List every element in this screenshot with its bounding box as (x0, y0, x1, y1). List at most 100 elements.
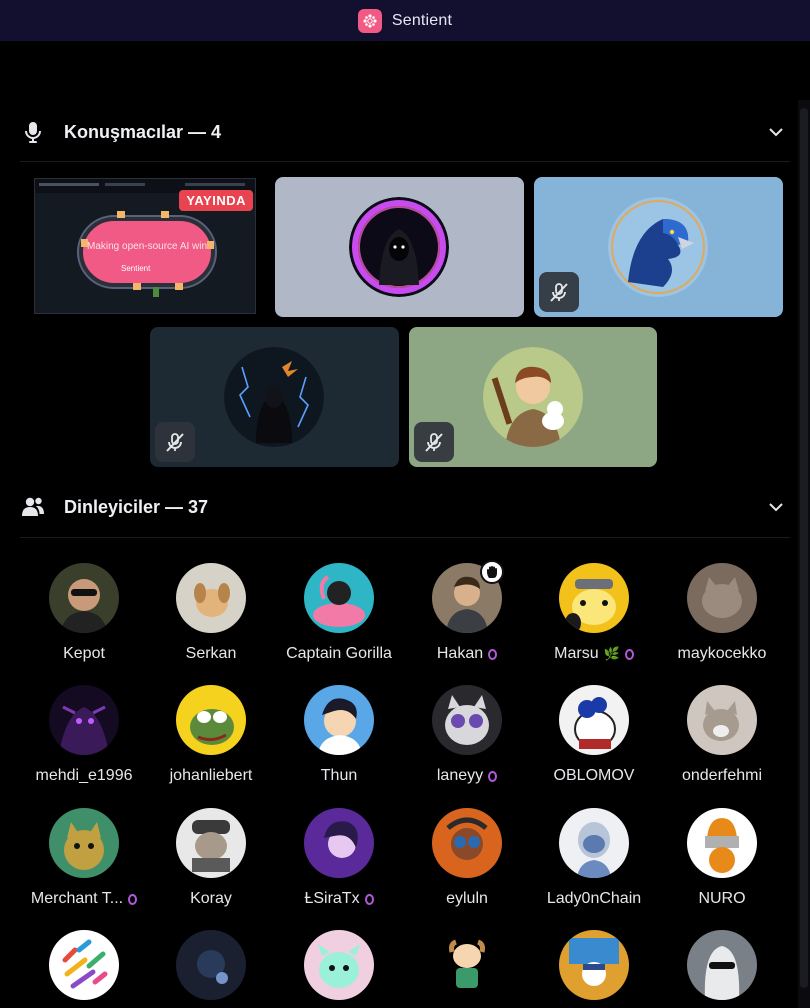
speakers-title: Konuşmacılar — 4 (64, 121, 222, 142)
listener-name: maykocekko (677, 645, 767, 662)
listener-item[interactable]: Koray (147, 808, 275, 918)
listener-name: Hakan (436, 645, 484, 662)
title-bar: Sentient (0, 0, 810, 41)
listener-item[interactable]: laneyy (403, 685, 531, 795)
listener-name: mehdi_e1996 (35, 767, 133, 784)
listener-name: Serkan (185, 645, 237, 662)
listener-name: Marsu (554, 645, 599, 662)
avatar (432, 930, 502, 1000)
speaker-avatar (608, 197, 708, 297)
scrollbar-thumb[interactable] (800, 108, 808, 988)
avatar (49, 930, 119, 1000)
avatar (304, 563, 374, 633)
listener-item[interactable]: NURO (658, 808, 786, 918)
listener-name: ȽSiraTx (304, 890, 360, 907)
avatar (304, 685, 374, 755)
avatar (432, 685, 502, 755)
gem-badge-icon (624, 648, 634, 660)
users-icon (20, 494, 46, 520)
avatar (559, 930, 629, 1000)
speaker-tile[interactable] (534, 177, 783, 317)
divider (20, 537, 790, 538)
listener-item[interactable]: Captain Gorilla (275, 563, 403, 673)
avatar (559, 808, 629, 878)
avatar (687, 930, 757, 1000)
listener-name: OBLOMOV (553, 767, 635, 784)
avatar (304, 808, 374, 878)
raised-hand-icon (480, 560, 504, 584)
listener-name: Thun (320, 767, 358, 784)
avatar (176, 808, 246, 878)
leaf-icon: 🌿 (603, 646, 620, 661)
avatar (687, 808, 757, 878)
stream-brand: Sentient (121, 264, 151, 273)
microphone-icon (20, 119, 46, 145)
listener-item[interactable]: eyluln (403, 808, 531, 918)
speakers-header[interactable]: Konuşmacılar — 4 (20, 112, 790, 152)
listener-item[interactable] (530, 930, 658, 1008)
listeners-title: Dinleyiciler — 37 (64, 496, 209, 517)
listener-item[interactable]: Merchant T... (20, 808, 148, 918)
speaker-avatar (224, 347, 324, 447)
chevron-down-icon[interactable] (766, 497, 786, 517)
listener-name: laneyy (436, 767, 484, 784)
listener-name: Lady0nChain (546, 890, 642, 907)
listeners-header[interactable]: Dinleyiciler — 37 (20, 487, 790, 527)
listener-item[interactable]: Hakan (403, 560, 531, 673)
speaker-avatar (483, 347, 583, 447)
muted-mic-icon (414, 422, 454, 462)
listener-name: Merchant T... (30, 890, 124, 907)
sentient-logo-icon (357, 8, 382, 33)
listener-name: Kepot (63, 645, 105, 662)
avatar (49, 563, 119, 633)
avatar (176, 563, 246, 633)
listener-item[interactable]: johanliebert (147, 685, 275, 795)
speaker-tile[interactable] (409, 327, 657, 467)
avatar (304, 930, 374, 1000)
speaker-tile[interactable] (150, 327, 399, 467)
listener-name: Captain Gorilla (286, 645, 392, 662)
avatar (49, 685, 119, 755)
avatar (176, 930, 246, 1000)
listener-item[interactable] (658, 930, 786, 1008)
avatar (49, 808, 119, 878)
gem-badge-icon (488, 648, 498, 660)
listener-name: NURO (698, 890, 746, 907)
listener-item[interactable]: Marsu 🌿 (530, 563, 658, 673)
listener-name: eyluln (446, 890, 488, 907)
speaker-tile[interactable] (275, 177, 524, 317)
listener-item[interactable]: Thun (275, 685, 403, 795)
listener-item[interactable]: mehdi_e1996 (20, 685, 148, 795)
gem-badge-icon (488, 770, 498, 782)
listener-item[interactable]: OBLOMOV (530, 685, 658, 795)
app-title: Sentient (391, 11, 453, 29)
muted-mic-icon (155, 422, 195, 462)
avatar (687, 563, 757, 633)
speaker-avatar (349, 197, 449, 297)
listener-item[interactable]: ȽSiraTx (275, 808, 403, 918)
listener-item[interactable]: maykocekko (658, 563, 786, 673)
chevron-down-icon[interactable] (766, 122, 786, 142)
gem-badge-icon (364, 893, 374, 905)
avatar (559, 685, 629, 755)
listener-item[interactable]: Serkan (147, 563, 275, 673)
listener-name: Koray (190, 890, 232, 907)
listener-item[interactable] (403, 930, 531, 1008)
avatar (559, 563, 629, 633)
stream-table-text: Making open-source AI win (87, 241, 207, 252)
muted-mic-icon (539, 272, 579, 312)
avatar (432, 808, 502, 878)
listener-item[interactable] (147, 930, 275, 1008)
listener-item[interactable]: onderfehmi (658, 685, 786, 795)
listener-item[interactable]: Lady0nChain (530, 808, 658, 918)
listener-item[interactable] (275, 930, 403, 1008)
listener-item[interactable]: Kepot (20, 563, 148, 673)
avatar (176, 685, 246, 755)
stream-preview[interactable]: YAYINDA Making open-source AI win Sentie… (34, 178, 256, 314)
avatar (687, 685, 757, 755)
divider (20, 161, 790, 162)
gem-badge-icon (128, 893, 138, 905)
listener-item[interactable] (20, 930, 148, 1008)
listener-name: onderfehmi (681, 767, 763, 784)
listener-name: johanliebert (169, 767, 253, 784)
